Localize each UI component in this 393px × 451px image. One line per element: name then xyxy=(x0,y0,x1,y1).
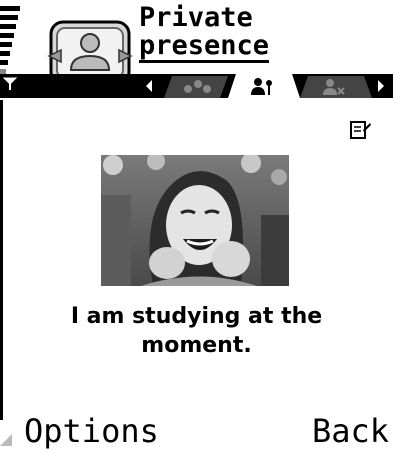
presence-photo xyxy=(101,155,289,286)
scroll-frame-line xyxy=(0,100,3,420)
options-softkey[interactable]: Options xyxy=(24,412,159,450)
back-softkey[interactable]: Back xyxy=(312,412,389,450)
status-header: Private presence xyxy=(0,0,393,110)
title-line-1: Private xyxy=(139,2,253,33)
corner-marker-icon xyxy=(0,434,12,446)
status-message: I am studying at the moment. xyxy=(70,304,323,358)
tab-bar xyxy=(0,74,393,98)
signal-strength-icon xyxy=(0,6,20,76)
tab-private-presence[interactable] xyxy=(228,74,300,98)
page-title: Private presence xyxy=(139,2,270,63)
title-line-2: presence xyxy=(139,30,270,63)
tab-public-presence[interactable] xyxy=(164,76,228,98)
antenna-icon xyxy=(3,77,17,90)
edit-note-icon[interactable] xyxy=(350,118,372,140)
tab-blocked-presence[interactable] xyxy=(300,76,372,98)
